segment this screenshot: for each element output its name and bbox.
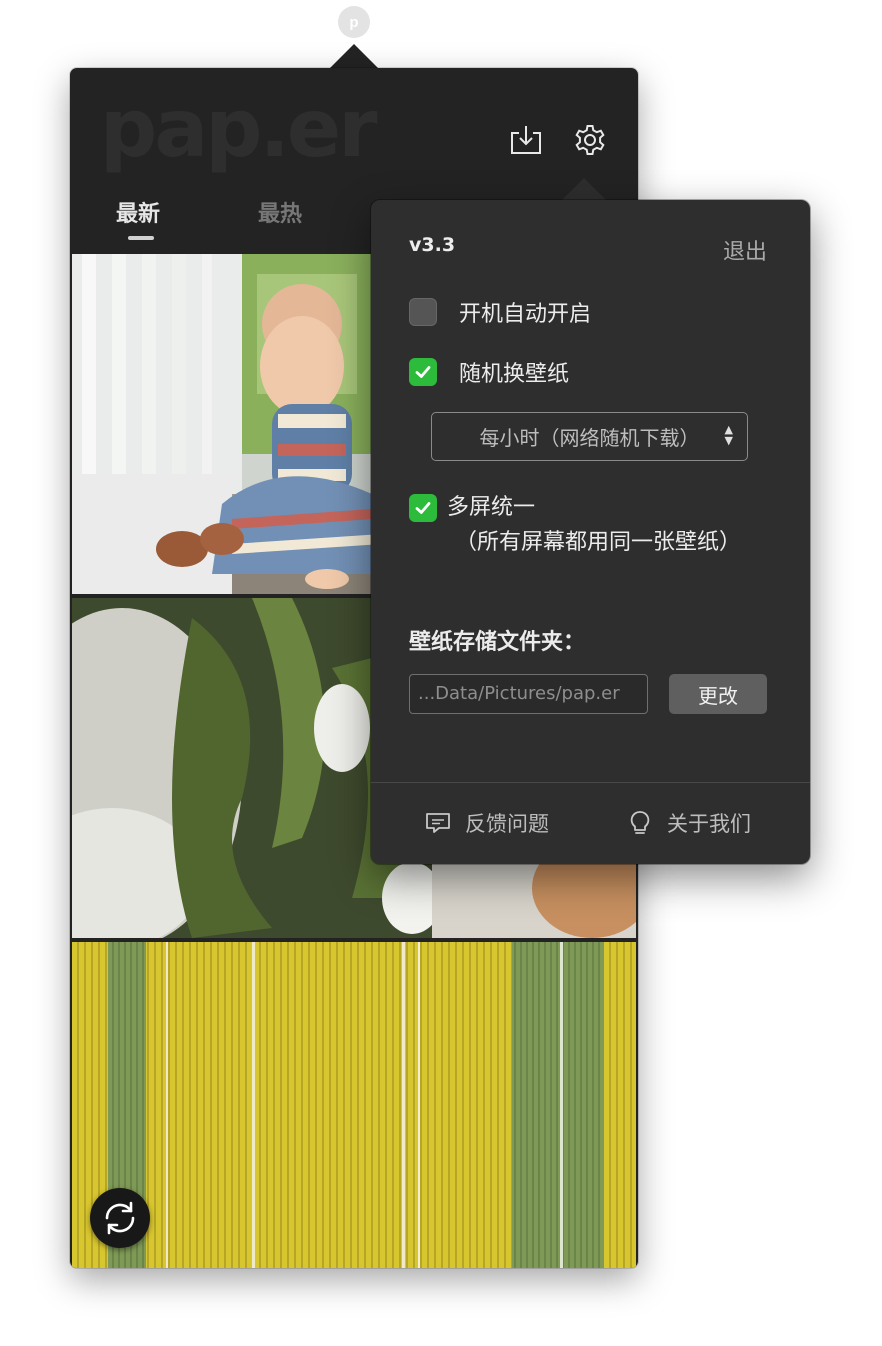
change-folder-button[interactable]: 更改 [669,674,767,714]
download-button[interactable] [506,120,546,160]
checkmark-icon [415,366,431,378]
chat-bubble-icon [425,810,451,836]
menubar-status-icon[interactable]: p [338,6,370,38]
autostart-label: 开机自动开启 [459,302,592,327]
feedback-button[interactable]: 反馈问题 [425,808,549,838]
yellow-green-stripes-photo[interactable] [72,942,636,1268]
refresh-icon [105,1201,135,1235]
folder-path-field[interactable]: ...Data/Pictures/pap.er [409,674,648,714]
feedback-label: 反馈问题 [465,812,549,836]
about-button[interactable]: 关于我们 [627,808,751,838]
refresh-button[interactable] [90,1188,150,1248]
settings-button[interactable] [570,120,610,160]
multi-screen-label: 多屏统一 [447,495,536,520]
version-label: v3.3 [409,234,456,256]
folder-label: 壁纸存储文件夹： [409,630,586,655]
app-logo: pap.er [100,82,378,175]
settings-popover-pointer [560,178,608,202]
settings-popover: v3.3 退出 开机自动开启 随机换壁纸 每小时（网络随机下载） ▲ ▼ 多屏统一… [371,200,810,864]
status-icon-letter: p [349,13,359,31]
interval-select[interactable]: 每小时（网络随机下载） ▲ ▼ [431,412,748,461]
random-wallpaper-checkbox[interactable] [409,358,437,386]
autostart-option[interactable]: 开机自动开启 [409,296,591,328]
tab-latest[interactable]: 最新 [116,196,160,228]
gear-icon [575,125,605,155]
about-label: 关于我们 [667,812,751,836]
active-tab-indicator [128,236,154,240]
tab-hot[interactable]: 最热 [258,196,302,228]
interval-select-value: 每小时（网络随机下载） [479,426,700,450]
quit-button[interactable]: 退出 [723,234,767,266]
random-wallpaper-label: 随机换壁纸 [459,362,570,387]
select-arrows-icon: ▲ ▼ [724,423,733,447]
download-tray-icon [511,126,541,154]
autostart-checkbox[interactable] [409,298,437,326]
lightbulb-icon [627,810,653,836]
multi-screen-description: （所有屏幕都用同一张壁纸） [455,530,742,555]
checkmark-icon [415,502,431,514]
footer-divider [371,782,810,783]
multi-screen-option[interactable]: 多屏统一 [409,494,535,524]
multi-screen-checkbox[interactable] [409,494,437,522]
random-wallpaper-option[interactable]: 随机换壁纸 [409,356,569,388]
main-window-pointer [330,44,378,68]
